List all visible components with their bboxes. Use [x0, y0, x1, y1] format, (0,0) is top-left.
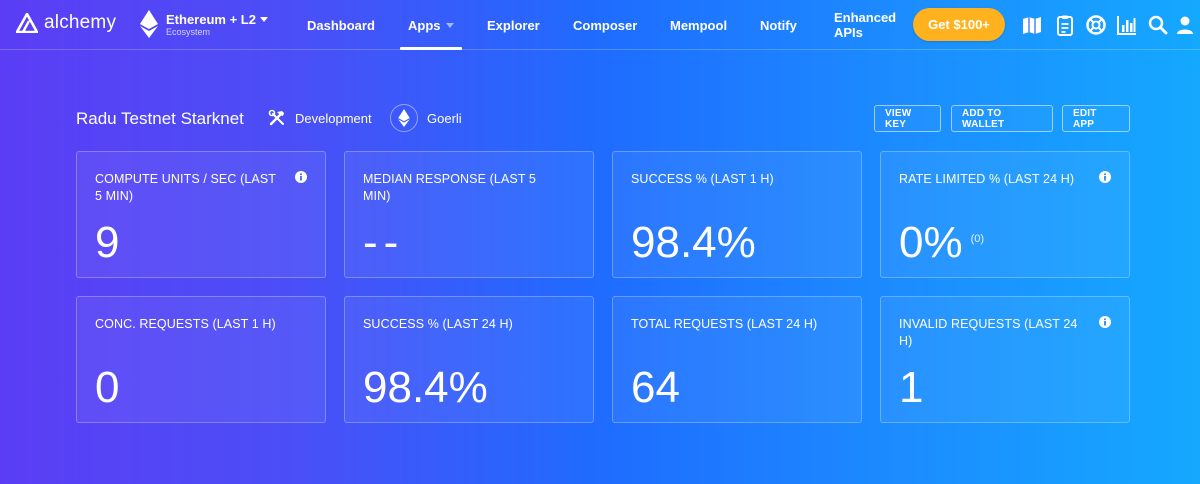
- nav-notify[interactable]: Notify: [760, 0, 797, 50]
- metric-subvalue: (0): [970, 233, 985, 246]
- network-info: Goerli: [390, 104, 462, 132]
- alchemy-logo-icon: [16, 13, 38, 33]
- metric-card-success-24h: SUCCESS % (LAST 24 H) 98.4%: [344, 296, 594, 423]
- metric-label: SUCCESS % (LAST 1 H): [631, 172, 774, 186]
- metric-card-total-requests: TOTAL REQUESTS (LAST 24 H) 64: [612, 296, 862, 423]
- metric-card-compute-units: COMPUTE UNITS / SEC (LAST 5 MIN) 9: [76, 151, 326, 278]
- metric-card-invalid-requests: INVALID REQUESTS (LAST 24 H) 1: [880, 296, 1130, 423]
- nav-dashboard-label: Dashboard: [307, 17, 375, 33]
- ecosystem-subtitle: Ecosystem: [166, 26, 211, 37]
- metric-value: 0: [95, 363, 120, 412]
- map-icon[interactable]: [1021, 14, 1043, 36]
- nav-enhanced-apis[interactable]: Enhanced APIs: [834, 0, 896, 50]
- info-icon[interactable]: [1099, 316, 1111, 328]
- brand-name: alchemy: [44, 12, 117, 33]
- nav-explorer-label: Explorer: [487, 17, 540, 33]
- metric-value: 98.4%: [631, 218, 756, 267]
- nav-notify-label: Notify: [760, 17, 797, 33]
- clipboard-icon[interactable]: [1054, 14, 1076, 36]
- metric-label: TOTAL REQUESTS (LAST 24 H): [631, 317, 818, 331]
- nav-explorer[interactable]: Explorer: [487, 0, 540, 50]
- user-icon[interactable]: [1174, 14, 1196, 36]
- chevron-down-icon: [259, 16, 268, 22]
- ethereum-icon: [390, 104, 418, 132]
- metric-card-median-response: MEDIAN RESPONSE (LAST 5 MIN) --: [344, 151, 594, 278]
- environment-label: Development: [295, 110, 372, 126]
- nav-apps[interactable]: Apps: [400, 0, 461, 50]
- metric-label: CONC. REQUESTS (LAST 1 H): [95, 317, 276, 331]
- app-title: Radu Testnet Starknet: [76, 109, 244, 128]
- ethereum-icon: [140, 10, 158, 38]
- search-icon[interactable]: [1147, 14, 1169, 36]
- edit-app-button[interactable]: EDIT APP: [1062, 105, 1130, 132]
- metric-label: SUCCESS % (LAST 24 H): [363, 317, 513, 331]
- metric-value: 64: [631, 363, 680, 412]
- metric-value: 98.4%: [363, 363, 488, 412]
- nav-enhanced-line1: Enhanced: [834, 10, 897, 25]
- info-icon[interactable]: [295, 171, 307, 183]
- nav-composer[interactable]: Composer: [573, 0, 637, 50]
- environment-info: Development: [268, 109, 372, 127]
- support-icon[interactable]: [1085, 14, 1107, 36]
- metric-label: MEDIAN RESPONSE (LAST 5 MIN): [363, 172, 536, 203]
- top-navigation-bar: alchemy Ethereum + L2 Ecosystem Dashboar…: [0, 0, 1200, 50]
- metric-label: INVALID REQUESTS (LAST 24 H): [899, 317, 1078, 348]
- chevron-down-icon: [445, 22, 454, 28]
- metric-value: 9: [95, 218, 120, 267]
- nav-composer-label: Composer: [573, 17, 638, 33]
- nav-dashboard[interactable]: Dashboard: [307, 0, 375, 50]
- nav-mempool-label: Mempool: [670, 17, 728, 33]
- nav-apps-label: Apps: [408, 17, 441, 33]
- view-key-button[interactable]: VIEW KEY: [874, 105, 941, 132]
- metric-card-concurrent-requests: CONC. REQUESTS (LAST 1 H) 0: [76, 296, 326, 423]
- nav-enhanced-line2: APIs: [834, 25, 863, 40]
- metric-value-wrap: 0% (0): [899, 218, 984, 270]
- metric-value: 0%: [899, 218, 963, 267]
- nav-mempool[interactable]: Mempool: [670, 0, 727, 50]
- metric-value: 1: [899, 363, 924, 412]
- ecosystem-title: Ethereum + L2: [166, 11, 256, 27]
- alchemy-logo[interactable]: alchemy: [16, 12, 116, 34]
- metric-card-success-1h: SUCCESS % (LAST 1 H) 98.4%: [612, 151, 862, 278]
- network-label: Goerli: [427, 110, 462, 126]
- ecosystem-selector[interactable]: Ethereum + L2 Ecosystem: [140, 10, 268, 38]
- add-to-wallet-button[interactable]: ADD TO WALLET: [951, 105, 1053, 132]
- analytics-icon[interactable]: [1116, 14, 1138, 36]
- info-icon[interactable]: [1099, 171, 1111, 183]
- metric-value: --: [363, 218, 405, 267]
- get-credits-button[interactable]: Get $100+: [913, 8, 1005, 41]
- metric-label: RATE LIMITED % (LAST 24 H): [899, 172, 1075, 186]
- metric-label: COMPUTE UNITS / SEC (LAST 5 MIN): [95, 172, 276, 203]
- hammer-wrench-icon: [268, 109, 286, 127]
- metric-card-rate-limited: RATE LIMITED % (LAST 24 H) 0% (0): [880, 151, 1130, 278]
